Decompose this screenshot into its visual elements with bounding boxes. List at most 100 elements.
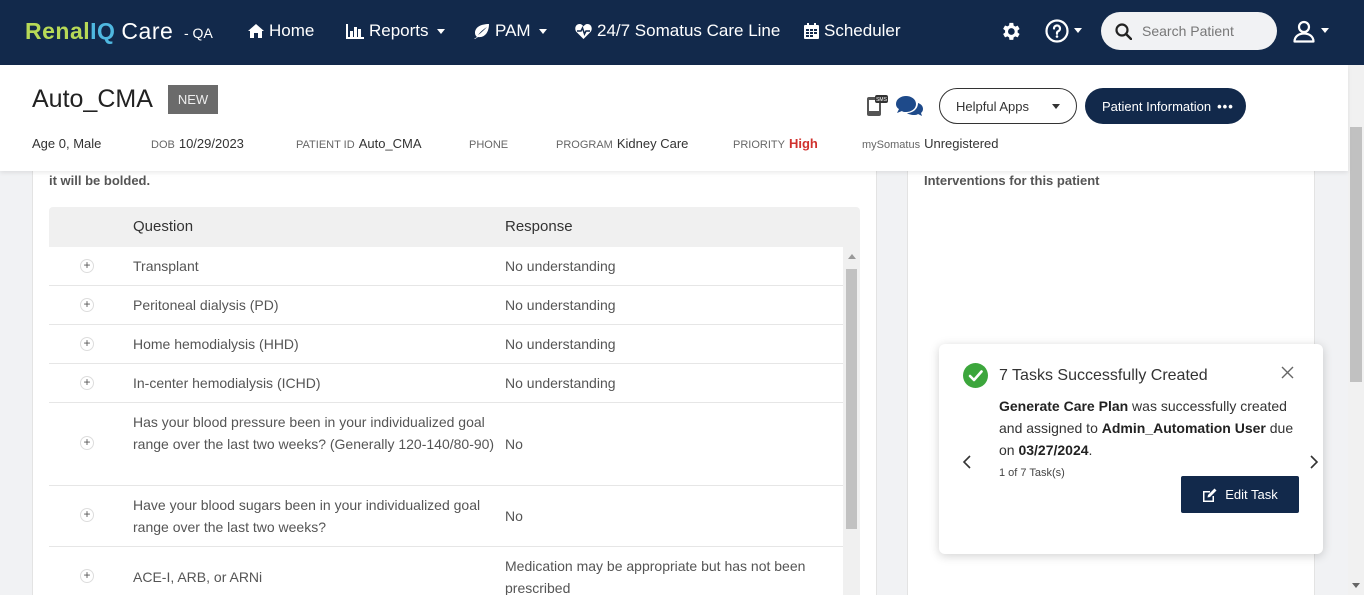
response-cell: No understanding [505, 297, 616, 313]
close-icon[interactable] [1281, 366, 1294, 379]
edit-task-label: Edit Task [1225, 487, 1278, 502]
question-cell: In-center hemodialysis (ICHD) [133, 375, 321, 391]
question-cell: Transplant [133, 258, 199, 274]
success-check-icon [963, 363, 988, 388]
nav-care-line-label: 24/7 Somatus Care Line [597, 21, 781, 40]
helpful-apps-dropdown[interactable]: Helpful Apps [939, 88, 1077, 124]
response-cell: No [505, 508, 523, 524]
table-row: + Has your blood pressure been in your i… [49, 403, 843, 486]
edit-task-button[interactable]: Edit Task [1181, 476, 1299, 513]
due-date: 03/27/2024 [1018, 442, 1089, 458]
new-badge: NEW [168, 85, 218, 114]
page-scrollbar[interactable] [1348, 65, 1364, 595]
bold-note: it will be bolded. [49, 173, 151, 188]
response-cell: No understanding [505, 258, 616, 274]
calendar-icon [804, 23, 819, 39]
chevron-down-icon [538, 28, 547, 34]
expand-row-button[interactable]: + [80, 508, 94, 522]
nav-pam-label: PAM [495, 21, 531, 40]
settings-button[interactable] [999, 20, 1022, 48]
patient-id-label: PATIENT ID [296, 139, 355, 151]
message-end: . [1088, 442, 1093, 458]
logo-renal: Renal [25, 18, 91, 44]
expand-row-button[interactable]: + [80, 259, 94, 273]
top-navbar: RenalIQ Care - QA Home Reports PAM 24/7 S… [0, 0, 1364, 65]
patient-contact-icons: SMS [866, 95, 924, 117]
patient-information-button[interactable]: Patient Information ••• [1085, 88, 1246, 124]
nav-scheduler[interactable]: Scheduler [804, 21, 901, 41]
age-sex: Age 0, Male [32, 136, 102, 151]
chevron-left-icon[interactable] [962, 454, 972, 470]
expand-row-button[interactable]: + [80, 436, 94, 450]
priority-label: PRIORITY [733, 139, 785, 151]
expand-row-button[interactable]: + [80, 376, 94, 390]
nav-home[interactable]: Home [248, 21, 314, 41]
mysomatus-field: mySomatus Unregistered [862, 136, 999, 151]
phone-label: PHONE [469, 139, 509, 151]
chevron-down-icon [436, 28, 445, 34]
page-scroll-thumb[interactable] [1350, 127, 1362, 382]
question-cell: Has your blood pressure been in your ind… [133, 414, 495, 452]
user-icon [1293, 20, 1315, 43]
response-cell: Medication may be appropriate but has no… [505, 558, 806, 595]
more-dots-icon: ••• [1217, 98, 1234, 114]
nav-scheduler-label: Scheduler [824, 21, 901, 40]
chat-bubbles-icon[interactable] [894, 95, 924, 117]
svg-text:SMS: SMS [876, 97, 888, 103]
edit-icon [1203, 488, 1217, 502]
dob-value: 10/29/2023 [178, 136, 244, 151]
table-row: + Have your blood sugars been in your in… [49, 486, 843, 547]
chevron-right-icon[interactable] [1309, 454, 1319, 470]
question-cell: Peritoneal dialysis (PD) [133, 297, 279, 313]
scroll-up-arrow[interactable] [848, 254, 856, 259]
help-button[interactable] [1045, 19, 1082, 48]
nav-care-line[interactable]: 24/7 Somatus Care Line [575, 21, 780, 41]
nav-pam[interactable]: PAM [473, 21, 547, 41]
assessment-panel: it will be bolded. Question Response + T… [32, 150, 877, 595]
table-scroll-thumb[interactable] [846, 269, 857, 529]
user-menu-button[interactable] [1292, 19, 1329, 48]
table-row: + In-center hemodialysis (ICHD) No under… [49, 364, 843, 403]
expand-row-button[interactable]: + [80, 337, 94, 351]
mysomatus-value: Unregistered [924, 136, 999, 151]
helpful-apps-label: Helpful Apps [956, 98, 1029, 114]
column-response: Response [505, 218, 573, 235]
question-cell: Home hemodialysis (HHD) [133, 336, 299, 352]
dob-label: DOB [151, 139, 175, 151]
table-row: + Peritoneal dialysis (PD) No understand… [49, 286, 843, 325]
table-scrollbar[interactable] [843, 247, 860, 595]
toast-title: 7 Tasks Successfully Created [999, 367, 1208, 384]
expand-row-button[interactable]: + [80, 298, 94, 312]
table-header: Question Response [49, 207, 860, 247]
nav-reports[interactable]: Reports [346, 21, 445, 41]
table-row: + ACE-I, ARB, or ARNi Medication may be … [49, 547, 843, 595]
priority-field: PRIORITY High [733, 136, 818, 151]
column-question: Question [133, 218, 194, 235]
interventions-title: Interventions for this patient [924, 173, 1100, 188]
response-cell: No [505, 436, 523, 452]
search-patient-box[interactable] [1101, 12, 1277, 50]
expand-row-button[interactable]: + [80, 569, 94, 583]
chevron-down-icon [1052, 104, 1060, 109]
response-cell: No understanding [505, 375, 616, 391]
task-created-toast: 7 Tasks Successfully Created Generate Ca… [939, 344, 1323, 554]
nav-home-label: Home [269, 21, 315, 40]
search-patient-input[interactable] [1142, 23, 1262, 39]
patient-id-value: Auto_CMA [358, 136, 422, 151]
patient-information-label: Patient Information [1102, 98, 1212, 114]
program-label: PROGRAM [556, 139, 613, 151]
assignee-name: Admin_Automation User [1101, 420, 1266, 436]
logo-care: Care [121, 18, 174, 44]
scroll-down-arrow[interactable] [1352, 583, 1360, 588]
renaliq-logo[interactable]: RenalIQ Care [25, 18, 173, 45]
help-circle-icon [1045, 19, 1069, 43]
question-cell: Have your blood sugars been in your indi… [133, 497, 481, 535]
leaf-icon [474, 23, 489, 39]
task-name: Generate Care Plan [999, 398, 1129, 414]
question-cell: ACE-I, ARB, or ARNi [133, 569, 263, 585]
sms-phone-icon[interactable]: SMS [866, 95, 888, 117]
task-counter: 1 of 7 Task(s) [999, 467, 1065, 479]
phone-field: PHONE [469, 136, 512, 151]
bar-chart-icon [346, 23, 364, 39]
chevron-down-icon [1074, 28, 1082, 33]
